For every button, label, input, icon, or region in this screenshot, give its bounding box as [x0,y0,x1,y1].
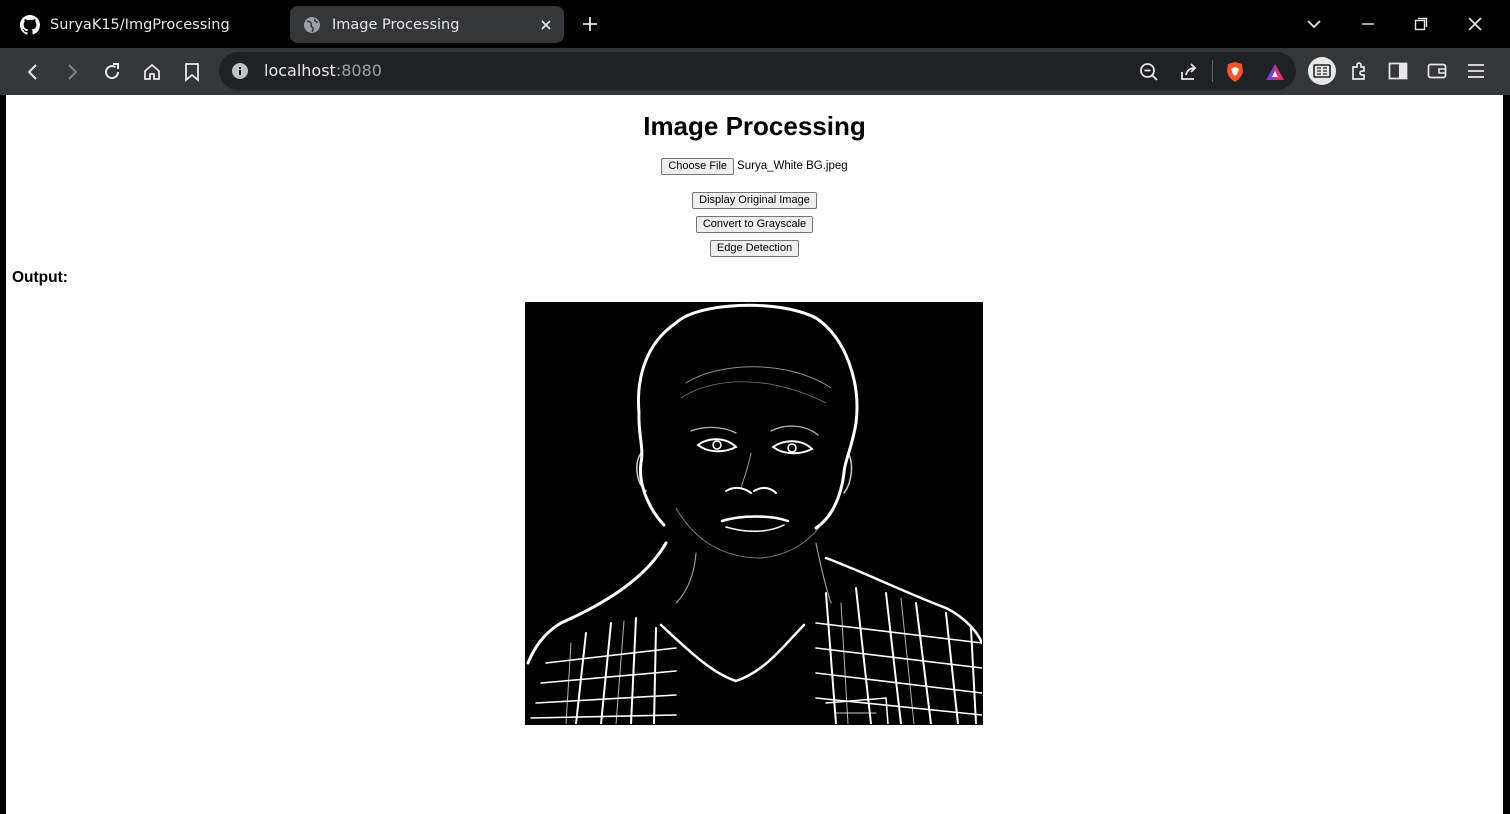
github-icon [20,14,40,35]
button-row: Edge Detection [6,238,1503,257]
tab-title: SuryaK15/ImgProcessing [50,16,230,33]
selected-file-name: Surya_White BG.jpeg [737,159,848,172]
zoom-icon[interactable] [1137,60,1161,84]
home-icon[interactable] [139,59,165,85]
bookmark-icon[interactable] [179,59,205,85]
globe-icon [302,15,322,35]
back-icon[interactable] [20,59,46,85]
new-tab-button[interactable] [578,12,602,36]
reload-icon[interactable] [99,59,125,85]
brave-shields-icon[interactable] [1223,60,1247,84]
forward-icon[interactable] [59,59,85,85]
address-bar[interactable]: localhost:8080 [219,52,1296,90]
close-tab-icon[interactable] [536,15,556,35]
file-input[interactable]: Choose File Surya_White BG.jpeg [6,158,1503,175]
button-row: Convert to Grayscale [6,214,1503,233]
tab-title: Image Processing [332,16,460,33]
grayscale-button[interactable]: Convert to Grayscale [695,216,814,233]
button-row: Display Original Image [6,190,1503,209]
page-title: Image Processing [643,111,866,141]
edge-detected-portrait [526,303,982,724]
url-text[interactable]: localhost:8080 [264,61,382,80]
tab-bar: SuryaK15/ImgProcessing Image Processing [0,0,1510,48]
brave-rewards-icon[interactable] [1263,60,1287,84]
minimize-icon[interactable] [1356,12,1380,36]
toolbar-separator [1212,60,1213,82]
tab-github-repo[interactable]: SuryaK15/ImgProcessing [8,6,280,43]
tab-search-chevron-icon[interactable] [1302,12,1326,36]
url-port: :8080 [335,61,382,80]
display-original-button[interactable]: Display Original Image [692,192,817,209]
close-window-icon[interactable] [1463,12,1487,36]
reader-mode-icon[interactable] [1308,57,1336,85]
choose-file-button[interactable]: Choose File [661,158,735,175]
extensions-icon[interactable] [1346,58,1372,84]
page-viewport: Image Processing Choose File Surya_White … [6,95,1503,814]
edge-detection-button[interactable]: Edge Detection [709,240,800,257]
tab-image-processing[interactable]: Image Processing [290,6,564,43]
output-label: Output: [12,269,68,286]
menu-icon[interactable] [1463,58,1489,84]
url-host: localhost [264,61,336,80]
output-image [525,302,983,725]
share-icon[interactable] [1177,60,1201,84]
wallet-icon[interactable] [1424,58,1450,84]
sidebar-icon[interactable] [1385,58,1411,84]
restore-icon[interactable] [1409,12,1433,36]
site-info-icon[interactable] [231,62,249,80]
